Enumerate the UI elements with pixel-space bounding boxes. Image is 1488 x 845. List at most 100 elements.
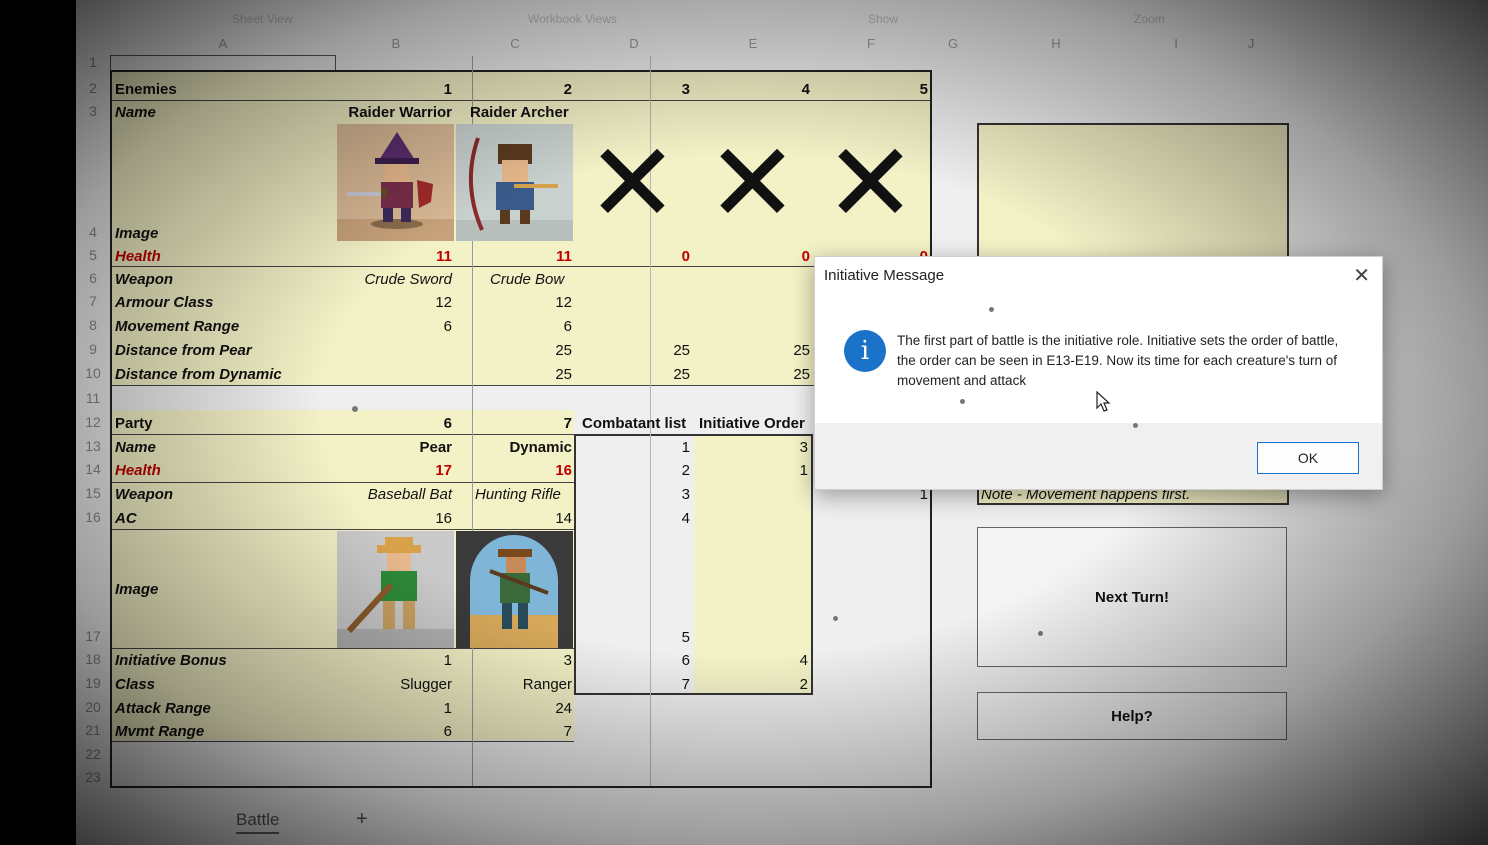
column-header-g[interactable]: G: [930, 36, 976, 52]
enemy-dist-pear-3[interactable]: 25: [574, 341, 690, 361]
party-health-2[interactable]: 16: [456, 461, 572, 481]
enemy-health-2[interactable]: 11: [456, 247, 572, 267]
row-header-20[interactable]: 20: [78, 699, 108, 715]
enemy-dist-pear-label[interactable]: Distance from Pear: [115, 341, 252, 361]
enemy-health-label[interactable]: Health: [115, 247, 161, 267]
party-initiative-1[interactable]: 1: [336, 651, 452, 671]
enemy-name-1[interactable]: Raider Warrior: [336, 103, 452, 123]
enemy-slot-1[interactable]: 1: [336, 80, 452, 100]
party-attack-1[interactable]: 1: [336, 699, 452, 719]
enemy-ac-label[interactable]: Armour Class: [115, 293, 213, 313]
party-weapon-1[interactable]: Baseball Bat: [336, 485, 452, 505]
enemy-slot-2[interactable]: 2: [456, 80, 572, 100]
row-header-3[interactable]: 3: [78, 103, 108, 119]
party-health-label[interactable]: Health: [115, 461, 161, 481]
enemy-health-3[interactable]: 0: [574, 247, 690, 267]
row-header-22[interactable]: 22: [78, 746, 108, 762]
party-mvmt-1[interactable]: 6: [336, 722, 452, 742]
enemy-weapon-1[interactable]: Crude Sword: [336, 270, 452, 290]
dynamic-image[interactable]: [456, 531, 573, 648]
combatant-3[interactable]: 3: [576, 485, 690, 505]
enemy-move-label[interactable]: Movement Range: [115, 317, 239, 337]
column-header-c[interactable]: C: [456, 36, 574, 52]
row-header-16[interactable]: 16: [78, 509, 108, 525]
raider-archer-image[interactable]: [456, 124, 573, 241]
help-button[interactable]: Help?: [977, 692, 1287, 740]
combatant-5[interactable]: 5: [576, 628, 690, 648]
initiative-order-header[interactable]: Initiative Order: [699, 414, 805, 434]
party-name-label[interactable]: Name: [115, 438, 156, 458]
party-ac-label[interactable]: AC: [115, 509, 137, 529]
party-mvmt-2[interactable]: 7: [456, 722, 572, 742]
enemy-weapon-2[interactable]: Crude Bow: [490, 270, 564, 290]
party-attack-label[interactable]: Attack Range: [115, 699, 211, 719]
party-attack-2[interactable]: 24: [456, 699, 572, 719]
column-header-b[interactable]: B: [336, 36, 456, 52]
column-header-a[interactable]: A: [110, 36, 336, 52]
initiative-7[interactable]: 2: [694, 675, 808, 695]
row-header-7[interactable]: 7: [78, 293, 108, 309]
initiative-2[interactable]: 1: [694, 461, 808, 481]
row-header-13[interactable]: 13: [78, 438, 108, 454]
enemy-slot-5[interactable]: 5: [812, 80, 928, 100]
raider-warrior-image[interactable]: [337, 124, 454, 241]
row-header-9[interactable]: 9: [78, 341, 108, 357]
row-header-11[interactable]: 11: [78, 390, 108, 406]
party-initiative-2[interactable]: 3: [456, 651, 572, 671]
party-slot-6[interactable]: 6: [336, 414, 452, 434]
enemy-ac-2[interactable]: 12: [456, 293, 572, 313]
combatant-4[interactable]: 4: [576, 509, 690, 529]
enemy-dist-dynamic-4[interactable]: 25: [694, 365, 810, 385]
party-name-2[interactable]: Dynamic: [456, 438, 572, 458]
combatant-6[interactable]: 6: [576, 651, 690, 671]
row-header-10[interactable]: 10: [78, 365, 108, 381]
row-header-1[interactable]: 1: [78, 54, 108, 70]
row-header-14[interactable]: 14: [78, 461, 108, 477]
row-header-19[interactable]: 19: [78, 675, 108, 691]
ribbon-group-workbook-views[interactable]: Workbook Views: [528, 12, 617, 26]
party-ac-2[interactable]: 14: [456, 509, 572, 529]
party-initiative-label[interactable]: Initiative Bonus: [115, 651, 227, 671]
column-header-i[interactable]: I: [1136, 36, 1216, 52]
enemy-dist-dynamic-label[interactable]: Distance from Dynamic: [115, 365, 282, 385]
ribbon-group-sheet-view[interactable]: Sheet View: [232, 12, 293, 26]
enemy-image-label[interactable]: Image: [115, 224, 158, 244]
party-class-2[interactable]: Ranger: [456, 675, 572, 695]
combatant-7[interactable]: 7: [576, 675, 690, 695]
enemy-dist-pear-4[interactable]: 25: [694, 341, 810, 361]
enemy-dist-dynamic-3[interactable]: 25: [574, 365, 690, 385]
party-image-label[interactable]: Image: [115, 580, 158, 600]
party-ac-1[interactable]: 16: [336, 509, 452, 529]
enemy-slot-3[interactable]: 3: [574, 80, 690, 100]
row-header-18[interactable]: 18: [78, 651, 108, 667]
party-name-1[interactable]: Pear: [336, 438, 452, 458]
ribbon-group-zoom[interactable]: Zoom: [1134, 12, 1165, 26]
enemy-name-label[interactable]: Name: [115, 103, 156, 123]
combatant-1[interactable]: 1: [576, 438, 690, 458]
enemy-health-4[interactable]: 0: [694, 247, 810, 267]
column-header-j[interactable]: J: [1216, 36, 1286, 52]
row-header-15[interactable]: 15: [78, 485, 108, 501]
ribbon-group-show[interactable]: Show: [868, 12, 898, 26]
sheet-tab-battle[interactable]: Battle: [236, 810, 280, 834]
enemy-name-2[interactable]: Raider Archer: [470, 103, 569, 123]
enemy-move-2[interactable]: 6: [456, 317, 572, 337]
party-class-1[interactable]: Slugger: [336, 675, 452, 695]
pear-image[interactable]: [337, 531, 454, 648]
enemy-ac-1[interactable]: 12: [336, 293, 452, 313]
close-icon[interactable]: ✕: [1353, 263, 1370, 287]
column-header-f[interactable]: F: [812, 36, 930, 52]
initiative-1[interactable]: 3: [694, 438, 808, 458]
row-header-12[interactable]: 12: [78, 414, 108, 430]
enemy-dist-dynamic-2[interactable]: 25: [456, 365, 572, 385]
party-class-label[interactable]: Class: [115, 675, 155, 695]
add-sheet-button[interactable]: +: [356, 808, 368, 831]
ok-button[interactable]: OK: [1257, 442, 1359, 474]
party-health-1[interactable]: 17: [336, 461, 452, 481]
next-turn-button[interactable]: Next Turn!: [977, 527, 1287, 667]
enemy-slot-4[interactable]: 4: [694, 80, 810, 100]
combatant-2[interactable]: 2: [576, 461, 690, 481]
combatant-list-header[interactable]: Combatant list: [582, 414, 686, 434]
party-mvmt-label[interactable]: Mvmt Range: [115, 722, 204, 742]
enemy-dist-pear-2[interactable]: 25: [456, 341, 572, 361]
